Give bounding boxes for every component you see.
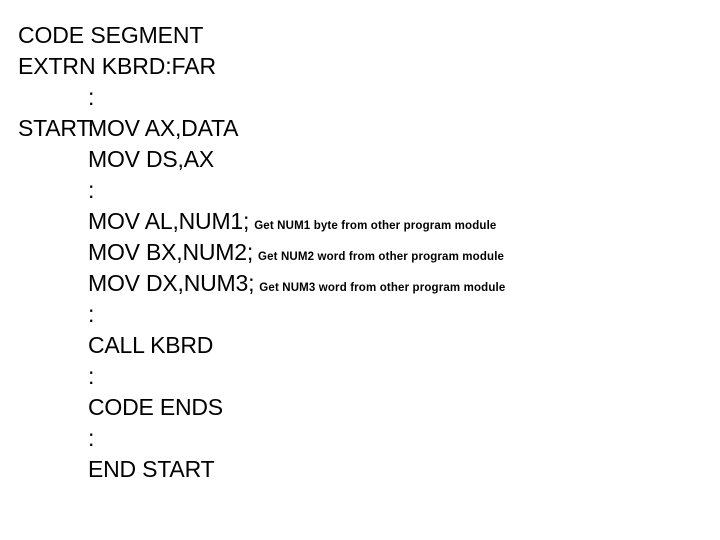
code-line: : xyxy=(18,299,708,330)
code-instruction: MOV DS,AX xyxy=(88,146,215,172)
code-line: : xyxy=(18,175,708,206)
code-instruction: : xyxy=(88,301,95,327)
code-instruction: MOV AX,DATA xyxy=(88,115,239,141)
code-line: : xyxy=(18,361,708,392)
code-instruction: MOV DX,NUM3; xyxy=(88,270,255,296)
code-instruction: MOV AL,NUM1; xyxy=(88,208,250,234)
code-line: : xyxy=(18,82,708,113)
code-line: START:MOV AX,DATA xyxy=(18,113,708,144)
code-line: CODE ENDS xyxy=(18,392,708,423)
code-instruction: EXTRN KBRD:FAR xyxy=(18,53,216,79)
code-instruction: : xyxy=(88,425,95,451)
code-line: MOV DS,AX xyxy=(18,144,708,175)
code-label: START: xyxy=(18,115,94,141)
code-instruction: CODE ENDS xyxy=(88,394,223,420)
code-line: END START xyxy=(18,454,708,485)
code-instruction: : xyxy=(88,177,95,203)
code-line: CALL KBRD xyxy=(18,330,708,361)
code-line: MOV DX,NUM3; Get NUM3 word from other pro… xyxy=(18,268,708,299)
code-instruction: MOV BX,NUM2; xyxy=(88,239,254,265)
code-line: MOV BX,NUM2; Get NUM2 word from other pro… xyxy=(18,237,708,268)
code-instruction: CODE SEGMENT xyxy=(18,22,204,48)
code-instruction: CALL KBRD xyxy=(88,332,214,358)
code-listing: CODE SEGMENT EXTRN KBRD:FAR : START:MOV … xyxy=(18,20,708,485)
code-line: MOV AL,NUM1; Get NUM1 byte from other pro… xyxy=(18,206,708,237)
code-line: : xyxy=(18,423,708,454)
code-line: EXTRN KBRD:FAR xyxy=(18,51,708,82)
code-instruction: END START xyxy=(88,456,215,482)
code-line: CODE SEGMENT xyxy=(18,20,708,51)
slide-canvas: CODE SEGMENT EXTRN KBRD:FAR : START:MOV … xyxy=(0,0,720,540)
code-instruction: : xyxy=(88,84,95,110)
code-instruction: : xyxy=(88,363,95,389)
